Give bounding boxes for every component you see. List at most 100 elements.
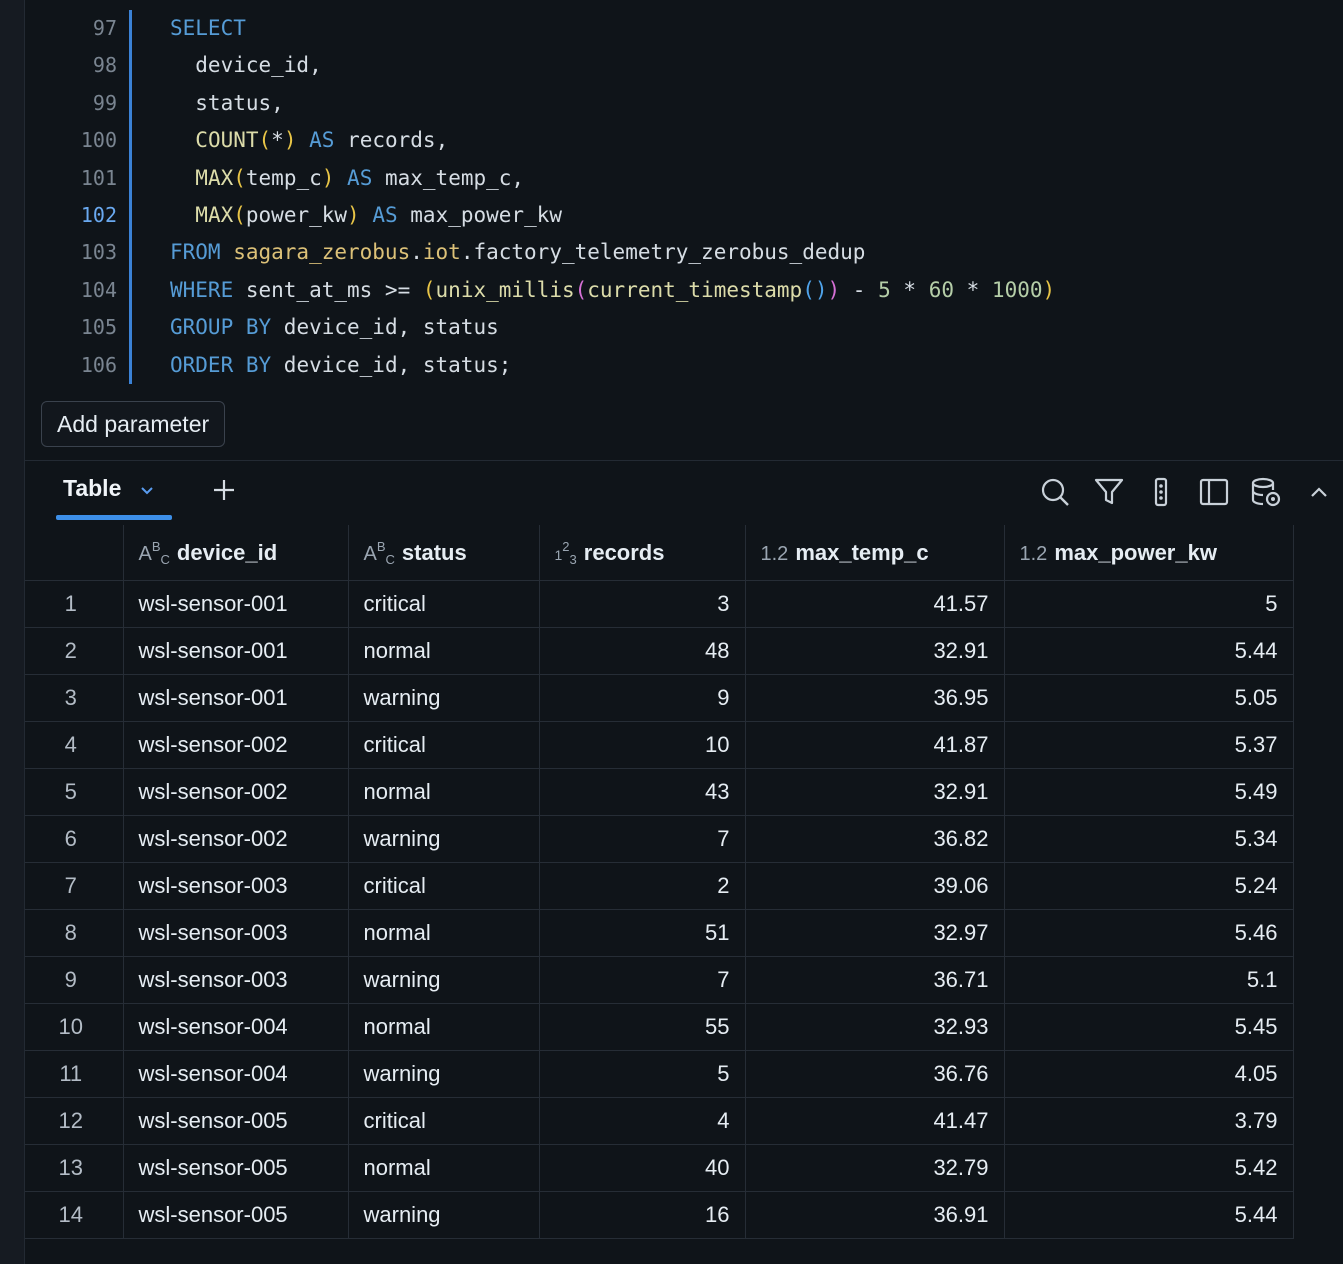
- sql-editor[interactable]: 97 SELECT 98 device_id, 99 status, 100 COUNT…: [25, 0, 1343, 392]
- cell-records[interactable]: 2: [538, 862, 746, 910]
- collapse-chevron-icon[interactable]: [1303, 476, 1335, 508]
- search-icon[interactable]: [1039, 476, 1071, 508]
- cell-device-id[interactable]: wsl-sensor-005: [122, 1097, 349, 1145]
- column-header-records[interactable]: 123 records: [538, 525, 746, 581]
- cell-max-power-kw[interactable]: 5.45: [1003, 1003, 1294, 1051]
- cell-max-temp-c[interactable]: 32.97: [744, 909, 1005, 957]
- row-index[interactable]: 9: [25, 956, 124, 1004]
- cell-max-temp-c[interactable]: 32.91: [744, 627, 1005, 675]
- cell-status[interactable]: warning: [347, 1191, 540, 1239]
- cell-records[interactable]: 9: [538, 674, 746, 722]
- cell-status[interactable]: normal: [347, 1144, 540, 1192]
- column-header-device-id[interactable]: ABC device_id: [122, 525, 349, 581]
- cell-max-temp-c[interactable]: 36.91: [744, 1191, 1005, 1239]
- cell-records[interactable]: 55: [538, 1003, 746, 1051]
- row-index[interactable]: 11: [25, 1050, 124, 1098]
- cell-records[interactable]: 3: [538, 580, 746, 628]
- cell-max-power-kw[interactable]: 5.37: [1003, 721, 1294, 769]
- cell-device-id[interactable]: wsl-sensor-002: [122, 768, 349, 816]
- row-index[interactable]: 12: [25, 1097, 124, 1145]
- table-row[interactable]: 12 wsl-sensor-005 critical 4 41.47 3.79: [25, 1097, 1294, 1145]
- cell-max-power-kw[interactable]: 5.24: [1003, 862, 1294, 910]
- cell-max-temp-c[interactable]: 41.47: [744, 1097, 1005, 1145]
- cell-max-power-kw[interactable]: 5.49: [1003, 768, 1294, 816]
- cell-status[interactable]: warning: [347, 1050, 540, 1098]
- add-visualization-button[interactable]: [211, 477, 237, 508]
- cell-max-power-kw[interactable]: 5.34: [1003, 815, 1294, 863]
- table-row[interactable]: 13 wsl-sensor-005 normal 40 32.79 5.42: [25, 1144, 1294, 1192]
- cell-status[interactable]: critical: [347, 721, 540, 769]
- code-line[interactable]: 103 FROM sagara_zerobus.iot.factory_telem…: [25, 234, 1343, 271]
- table-row[interactable]: 8 wsl-sensor-003 normal 51 32.97 5.46: [25, 909, 1294, 957]
- cell-device-id[interactable]: wsl-sensor-001: [122, 627, 349, 675]
- tab-table[interactable]: Table: [56, 463, 172, 520]
- cell-max-temp-c[interactable]: 36.95: [744, 674, 1005, 722]
- row-index[interactable]: 2: [25, 627, 124, 675]
- cell-status[interactable]: normal: [347, 627, 540, 675]
- cell-status[interactable]: critical: [347, 1097, 540, 1145]
- table-row[interactable]: 10 wsl-sensor-004 normal 55 32.93 5.45: [25, 1003, 1294, 1051]
- code-line[interactable]: 99 status,: [25, 85, 1343, 122]
- cell-max-power-kw[interactable]: 5.05: [1003, 674, 1294, 722]
- cell-device-id[interactable]: wsl-sensor-001: [122, 580, 349, 628]
- table-row[interactable]: 3 wsl-sensor-001 warning 9 36.95 5.05: [25, 674, 1294, 722]
- table-row[interactable]: 11 wsl-sensor-004 warning 5 36.76 4.05: [25, 1050, 1294, 1098]
- cell-max-temp-c[interactable]: 41.57: [744, 580, 1005, 628]
- table-row[interactable]: 9 wsl-sensor-003 warning 7 36.71 5.1: [25, 956, 1294, 1004]
- code-line[interactable]: 105 GROUP BY device_id, status: [25, 309, 1343, 346]
- row-index[interactable]: 14: [25, 1191, 124, 1239]
- row-index[interactable]: 13: [25, 1144, 124, 1192]
- row-index[interactable]: 1: [25, 580, 124, 628]
- cell-max-power-kw[interactable]: 5.44: [1003, 1191, 1294, 1239]
- cell-records[interactable]: 10: [538, 721, 746, 769]
- cell-records[interactable]: 48: [538, 627, 746, 675]
- cell-status[interactable]: normal: [347, 768, 540, 816]
- table-row[interactable]: 4 wsl-sensor-002 critical 10 41.87 5.37: [25, 721, 1294, 769]
- cell-status[interactable]: normal: [347, 909, 540, 957]
- cell-max-temp-c[interactable]: 32.91: [744, 768, 1005, 816]
- cell-max-power-kw[interactable]: 5: [1003, 580, 1294, 628]
- cell-max-power-kw[interactable]: 5.44: [1003, 627, 1294, 675]
- filter-icon[interactable]: [1093, 476, 1125, 508]
- cell-device-id[interactable]: wsl-sensor-004: [122, 1050, 349, 1098]
- data-settings-icon[interactable]: [1250, 476, 1282, 508]
- cell-device-id[interactable]: wsl-sensor-005: [122, 1144, 349, 1192]
- cell-device-id[interactable]: wsl-sensor-001: [122, 674, 349, 722]
- cell-max-temp-c[interactable]: 36.76: [744, 1050, 1005, 1098]
- cell-records[interactable]: 5: [538, 1050, 746, 1098]
- row-index[interactable]: 5: [25, 768, 124, 816]
- code-line[interactable]: 101 MAX(temp_c) AS max_temp_c,: [25, 160, 1343, 197]
- cell-device-id[interactable]: wsl-sensor-005: [122, 1191, 349, 1239]
- column-header-max-temp-c[interactable]: 1.2 max_temp_c: [744, 525, 1005, 581]
- table-row[interactable]: 2 wsl-sensor-001 normal 48 32.91 5.44: [25, 627, 1294, 675]
- cell-records[interactable]: 16: [538, 1191, 746, 1239]
- cell-status[interactable]: warning: [347, 956, 540, 1004]
- cell-records[interactable]: 4: [538, 1097, 746, 1145]
- code-line[interactable]: 98 device_id,: [25, 47, 1343, 84]
- cell-status[interactable]: critical: [347, 862, 540, 910]
- code-line[interactable]: 100 COUNT(*) AS records,: [25, 122, 1343, 159]
- row-index[interactable]: 6: [25, 815, 124, 863]
- cell-max-power-kw[interactable]: 4.05: [1003, 1050, 1294, 1098]
- code-line[interactable]: 102 MAX(power_kw) AS max_power_kw: [25, 197, 1343, 234]
- cell-records[interactable]: 43: [538, 768, 746, 816]
- column-header-status[interactable]: ABC status: [347, 525, 540, 581]
- code-line[interactable]: 97 SELECT: [25, 10, 1343, 47]
- row-index[interactable]: 10: [25, 1003, 124, 1051]
- cell-max-temp-c[interactable]: 36.71: [744, 956, 1005, 1004]
- cell-max-temp-c[interactable]: 36.82: [744, 815, 1005, 863]
- cell-records[interactable]: 7: [538, 956, 746, 1004]
- table-row[interactable]: 1 wsl-sensor-001 critical 3 41.57 5: [25, 580, 1294, 628]
- cell-max-temp-c[interactable]: 32.79: [744, 1144, 1005, 1192]
- cell-max-power-kw[interactable]: 3.79: [1003, 1097, 1294, 1145]
- column-header-max-power-kw[interactable]: 1.2 max_power_kw: [1003, 525, 1294, 581]
- code-line[interactable]: 104 WHERE sent_at_ms >= (unix_millis(curr…: [25, 272, 1343, 309]
- code-line[interactable]: 106 ORDER BY device_id, status;: [25, 347, 1343, 384]
- row-index[interactable]: 4: [25, 721, 124, 769]
- row-index[interactable]: 3: [25, 674, 124, 722]
- cell-max-temp-c[interactable]: 39.06: [744, 862, 1005, 910]
- cell-status[interactable]: warning: [347, 674, 540, 722]
- chevron-down-icon[interactable]: [140, 483, 154, 501]
- cell-status[interactable]: warning: [347, 815, 540, 863]
- cell-records[interactable]: 7: [538, 815, 746, 863]
